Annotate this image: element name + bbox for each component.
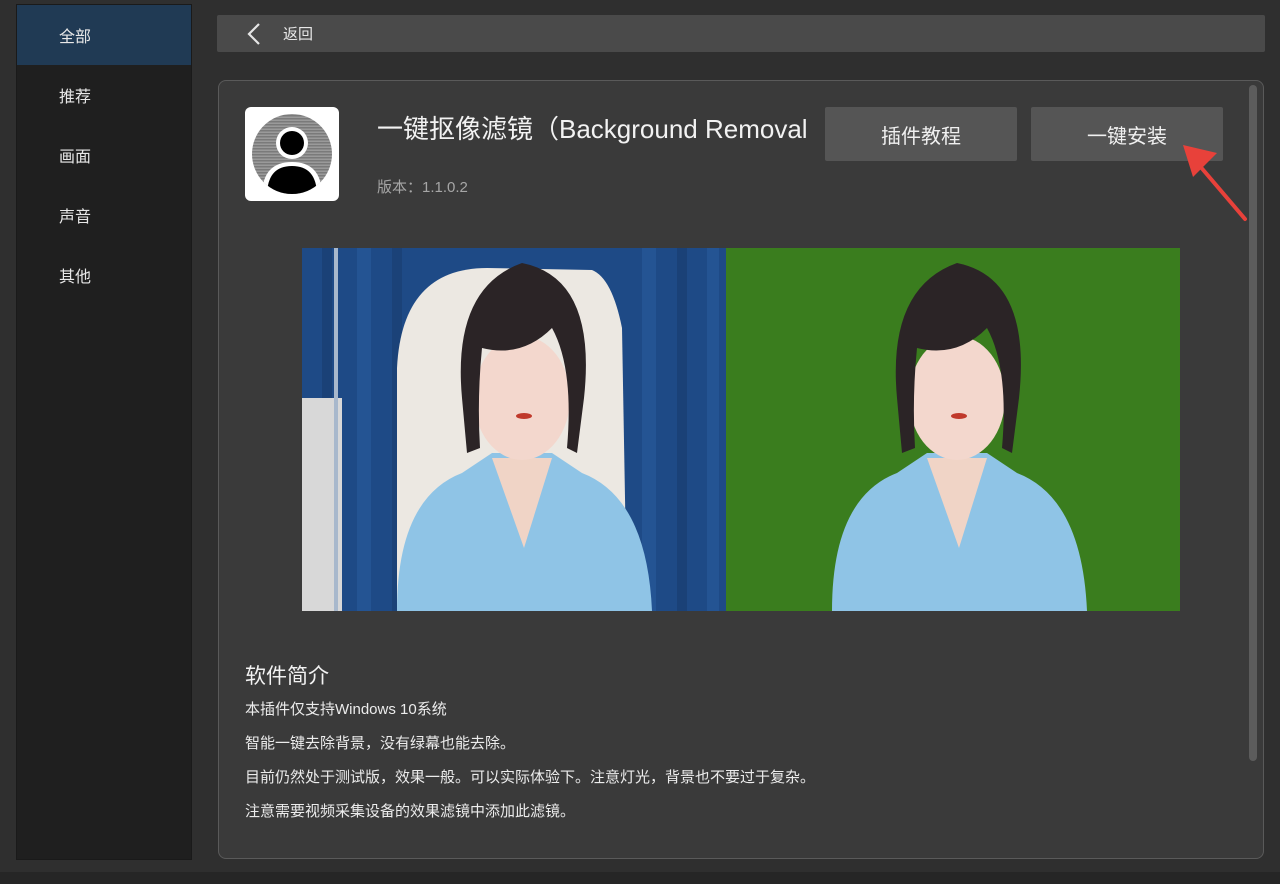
intro-line: 智能一键去除背景，没有绿幕也能去除。 [245, 735, 516, 752]
sidebar-item-video[interactable]: 画面 [17, 125, 191, 185]
preview-image [302, 248, 1180, 611]
category-sidebar: 全部 推荐 画面 声音 其他 [16, 4, 192, 860]
intro-line: 本插件仅支持Windows 10系统 [245, 701, 447, 718]
sidebar-item-label: 全部 [59, 29, 92, 46]
plugin-detail-panel: 一键抠像滤镜（Background Removal 版本：1.1.0.2 插件教… [218, 80, 1264, 859]
plugin-icon [245, 107, 339, 201]
vertical-scrollbar[interactable] [1249, 85, 1257, 761]
chevron-left-icon[interactable] [245, 21, 263, 47]
annotation-arrow-icon [1183, 145, 1247, 221]
sidebar-item-label: 推荐 [59, 89, 92, 106]
sidebar-item-audio[interactable]: 声音 [17, 185, 191, 245]
back-button[interactable]: 返回 [283, 23, 313, 44]
sidebar-item-all[interactable]: 全部 [17, 5, 191, 65]
sidebar-item-label: 其他 [59, 269, 92, 286]
intro-line: 注意需要视频采集设备的效果滤镜中添加此滤镜。 [245, 803, 576, 820]
status-strip [0, 872, 1280, 884]
plugin-version: 版本：1.1.0.2 [377, 179, 468, 196]
sidebar-item-recommended[interactable]: 推荐 [17, 65, 191, 125]
intro-line: 目前仍然处于测试版，效果一般。可以实际体验下。注意灯光，背景也不要过于复杂。 [245, 769, 816, 786]
plugin-title: 一键抠像滤镜（Background Removal [377, 114, 808, 144]
app-window: 全部 推荐 画面 声音 其他 返回 一键抠像滤镜（Background Remo… [0, 0, 1280, 884]
sidebar-item-label: 声音 [59, 209, 92, 226]
intro-heading: 软件简介 [245, 665, 329, 688]
sidebar-item-label: 画面 [59, 149, 92, 166]
tutorial-button[interactable]: 插件教程 [825, 107, 1017, 161]
sidebar-item-other[interactable]: 其他 [17, 245, 191, 305]
user-avatar-icon [252, 114, 332, 194]
back-bar: 返回 [217, 15, 1265, 52]
